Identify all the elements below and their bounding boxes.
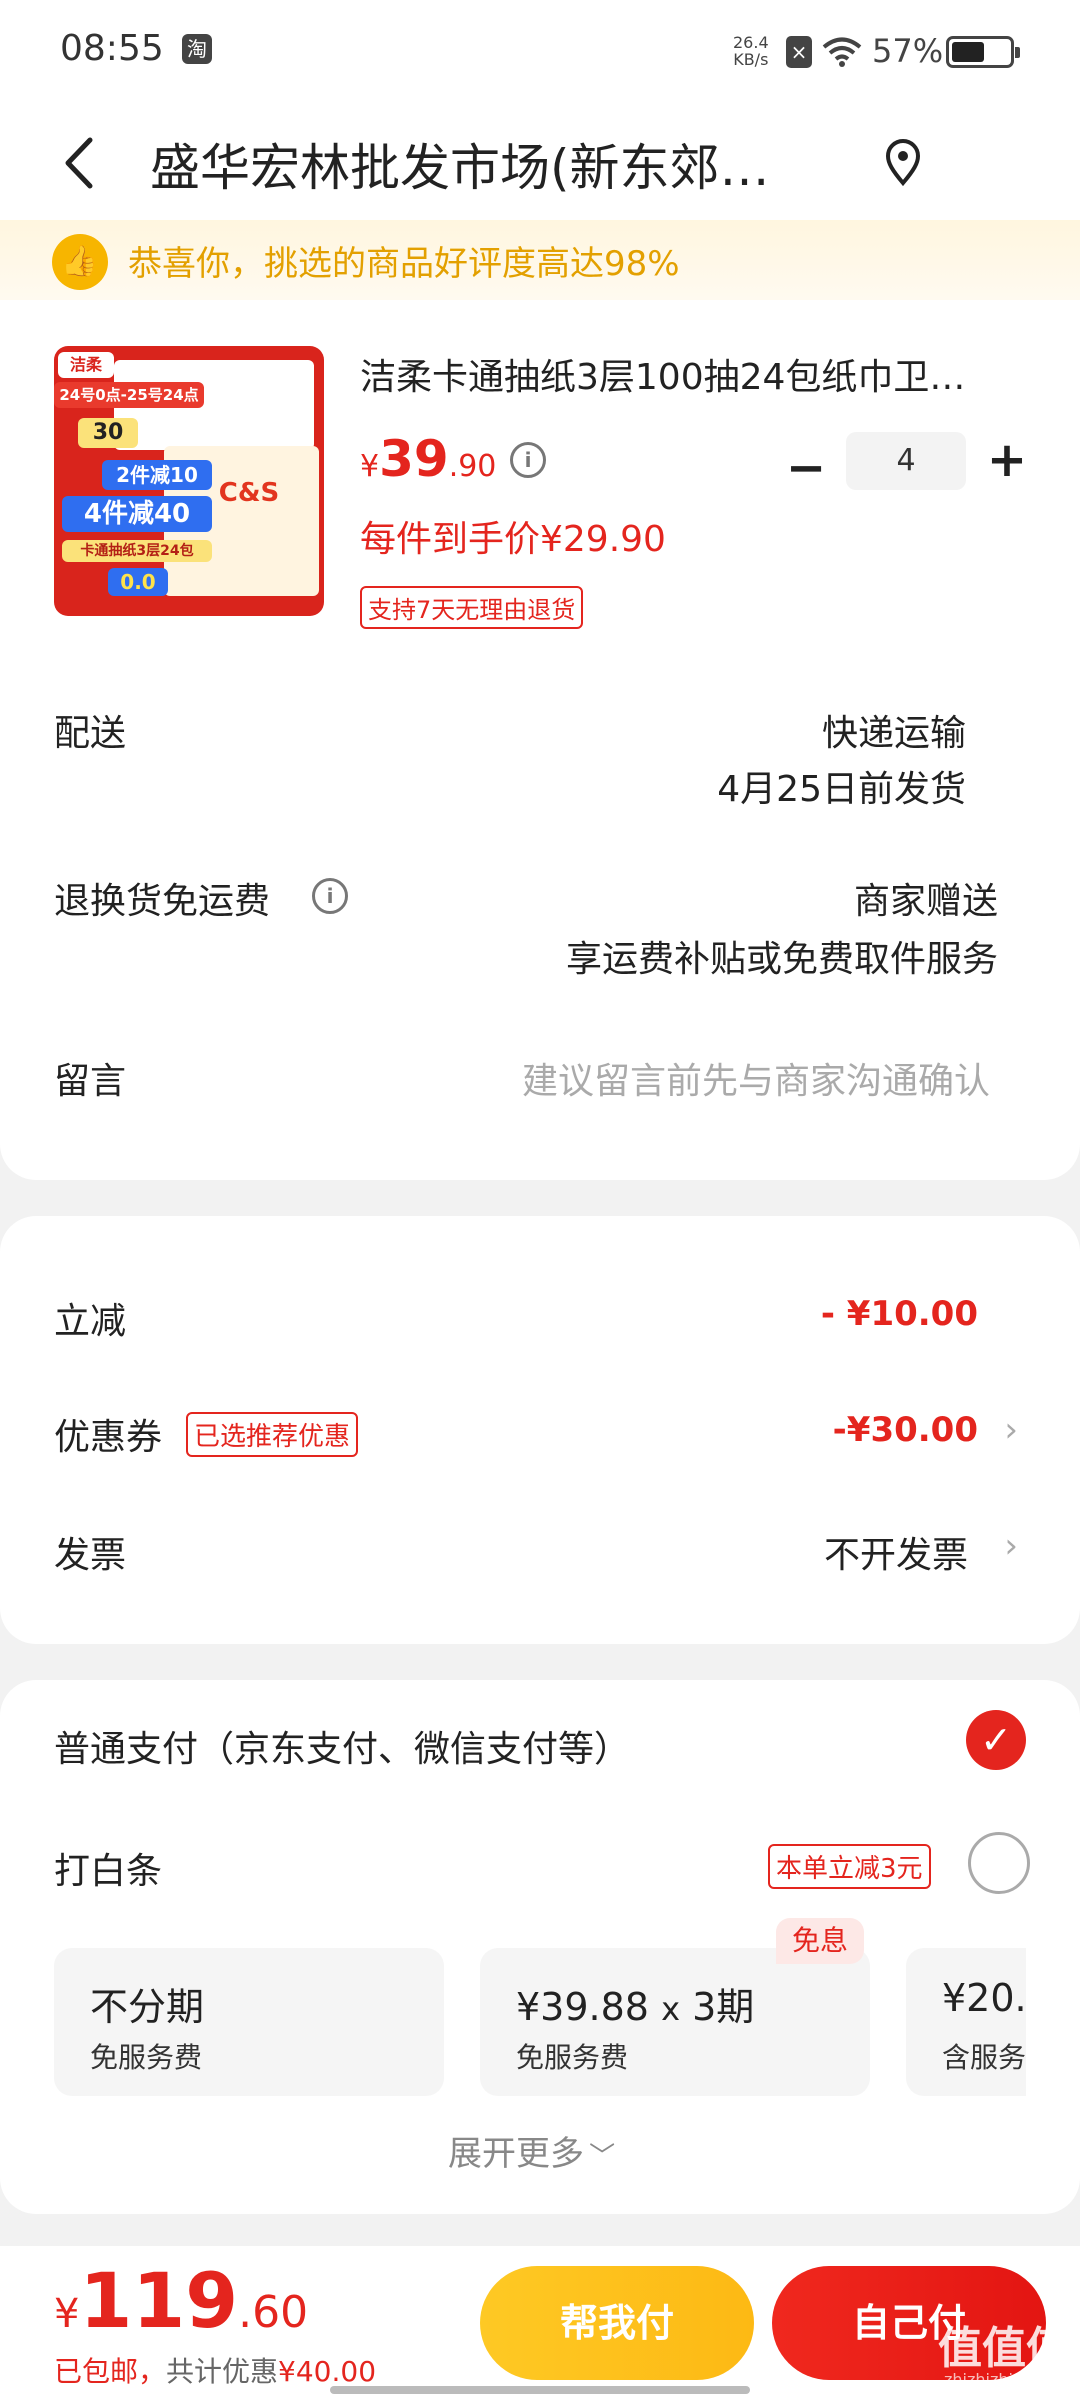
network-speed: 26.4 KB/s [733, 34, 769, 68]
taobao-notification-icon: 淘 [182, 34, 212, 64]
battery-icon [946, 36, 1020, 68]
coupon-recommended-tag: 已选推荐优惠 [186, 1412, 359, 1457]
price-symbol: ¥ [360, 449, 380, 484]
invoice-chevron-right-icon[interactable]: › [1004, 1526, 1018, 1566]
price-decimal: .90 [448, 449, 497, 484]
brand-logo: 洁柔 [58, 352, 114, 378]
installment-option-3[interactable]: ¥39.88 x 3期 免服务费 [480, 1948, 870, 2096]
baitiao-radio[interactable] [968, 1832, 1030, 1894]
battery-percent: 57% [872, 32, 944, 70]
location-pin-icon[interactable] [880, 136, 926, 188]
return-freight-info-icon[interactable]: i [312, 878, 348, 914]
store-address-title[interactable]: 盛华宏林批发市场(新东郊… [150, 128, 770, 200]
return-freight-label: 退换货免运费 [54, 881, 271, 922]
installment-3-price: ¥39.88 [516, 1985, 649, 2029]
instant-discount-value: - ¥10.00 [820, 1294, 978, 1334]
rating-banner-text: 恭喜你，挑选的商品好评度高达98% [128, 244, 680, 284]
price-info-icon[interactable]: i [510, 442, 546, 478]
coupon-value[interactable]: -¥30.00 [833, 1410, 978, 1450]
status-time: 08:55 [60, 28, 164, 69]
navigation-bar: 盛华宏林批发市场(新东郊… [0, 100, 1080, 230]
back-arrow-icon[interactable] [52, 128, 112, 198]
image-cs-logo: C&S [218, 478, 280, 508]
watermark: 值值值 [938, 2323, 1070, 2374]
invoice-value[interactable]: 不开发票 [824, 1526, 968, 1578]
interest-free-badge: 免息 [776, 1918, 864, 1964]
expand-more-button[interactable]: 展开更多 ﹀ [448, 2126, 615, 2175]
delivery-method[interactable]: 快递运输 [822, 704, 966, 756]
installment-3-fee: 免服务费 [516, 2041, 629, 2074]
installment-none-fee: 免服务费 [90, 2041, 203, 2074]
unit-final-price: 每件到手价¥29.90 [360, 519, 666, 560]
installment-more-fee: 含服务 [942, 2041, 1026, 2074]
total-decimal: .60 [238, 2287, 309, 2338]
coupon-chevron-right-icon[interactable]: › [1004, 1410, 1018, 1450]
payment-card: 普通支付（京东支付、微信支付等） ✓ 打白条 本单立减3元 不分期 免服务费 ¥… [0, 1680, 1080, 2214]
chevron-down-icon: ﹀ [589, 2142, 616, 2172]
checkout-bar: ¥119.60 已包邮，共计优惠¥40.00 帮我付 自己付 值值值 zhizh… [0, 2246, 1080, 2400]
delivery-ship-date: 4月25日前发货 [717, 769, 966, 810]
quantity-field[interactable]: 4 [846, 432, 966, 490]
baitiao-discount-tag: 本单立减3元 [768, 1844, 931, 1889]
price-integer: 39 [379, 430, 449, 488]
installment-more-label: ¥20. [942, 1976, 1026, 2020]
no-sim-icon: × [786, 36, 812, 68]
expand-more-label: 展开更多 [448, 2134, 584, 2174]
image-product-line: 卡通抽纸3层24包 [62, 540, 212, 562]
installment-3-times: x [661, 1990, 680, 2028]
quantity-decrease-button[interactable]: − [786, 440, 826, 496]
network-speed-value: 26.4 [733, 33, 769, 52]
shipping-free-text: 已包邮， [54, 2355, 167, 2388]
product-price: ¥39.90 [360, 430, 496, 488]
installment-3-period: 3期 [692, 1985, 755, 2029]
image-coupon: 30 [78, 418, 138, 448]
order-item-card: 洁柔 24号0点-25号24点 30 2件减10 4件减40 卡通抽纸3层24包… [0, 300, 1080, 1180]
message-input[interactable]: 建议留言前先与商家沟通确认 [522, 1052, 990, 1104]
total-integer: 119 [79, 2256, 239, 2345]
rating-banner: 👍 恭喜你，挑选的商品好评度高达98% [0, 220, 1080, 300]
return-policy-tag: 支持7天无理由退货 [360, 586, 584, 629]
network-speed-unit: KB/s [733, 50, 769, 69]
product-title[interactable]: 洁柔卡通抽纸3层100抽24包纸巾卫… [360, 348, 965, 400]
image-deal-2: 4件减40 [62, 496, 212, 532]
baitiao-label[interactable]: 打白条 [54, 1842, 162, 1894]
discount-card: 立减 - ¥10.00 优惠券 已选推荐优惠 -¥30.00 › 发票 不开发票… [0, 1216, 1080, 1644]
product-image[interactable]: 洁柔 24号0点-25号24点 30 2件减10 4件减40 卡通抽纸3层24包… [54, 346, 324, 616]
total-symbol: ¥ [54, 2291, 80, 2337]
watermark-site: zhizhizhi.com [944, 2370, 1053, 2389]
instant-discount-label: 立减 [54, 1301, 127, 1342]
normal-payment-checked-icon[interactable]: ✓ [966, 1710, 1026, 1770]
return-freight-value: 商家赠送 [853, 881, 998, 922]
saving-prefix: 共计优惠 [166, 2355, 279, 2388]
wifi-icon [822, 37, 862, 67]
image-deal-1: 2件减10 [102, 460, 212, 490]
installment-3-label: ¥39.88 x 3期 [516, 1976, 754, 2031]
image-promo-date: 24号0点-25号24点 [54, 382, 204, 408]
coupon-label: 优惠券 [54, 1417, 163, 1458]
status-bar: 08:55 淘 26.4 KB/s × 57% [0, 0, 1080, 100]
installment-option-none[interactable]: 不分期 免服务费 [54, 1948, 444, 2096]
quantity-increase-button[interactable]: + [982, 432, 1032, 488]
total-summary: 已包邮，共计优惠¥40.00 [54, 2350, 376, 2390]
saving-value: ¥40.00 [278, 2355, 377, 2388]
installment-none-label: 不分期 [90, 1985, 205, 2029]
normal-payment-label[interactable]: 普通支付（京东支付、微信支付等） [54, 1720, 630, 1772]
home-indicator[interactable] [330, 2386, 750, 2394]
invoice-label: 发票 [54, 1535, 127, 1576]
return-freight-desc: 享运费补贴或免费取件服务 [565, 939, 998, 980]
image-final-price: 0.0 [108, 568, 168, 596]
total-price: ¥119.60 [54, 2256, 308, 2345]
installment-option-more[interactable]: ¥20. 含服务 [906, 1948, 1026, 2096]
thumbs-up-icon: 👍 [52, 234, 108, 290]
help-me-pay-button[interactable]: 帮我付 [480, 2266, 754, 2380]
delivery-row-label: 配送 [54, 713, 127, 754]
message-label: 留言 [54, 1061, 127, 1102]
